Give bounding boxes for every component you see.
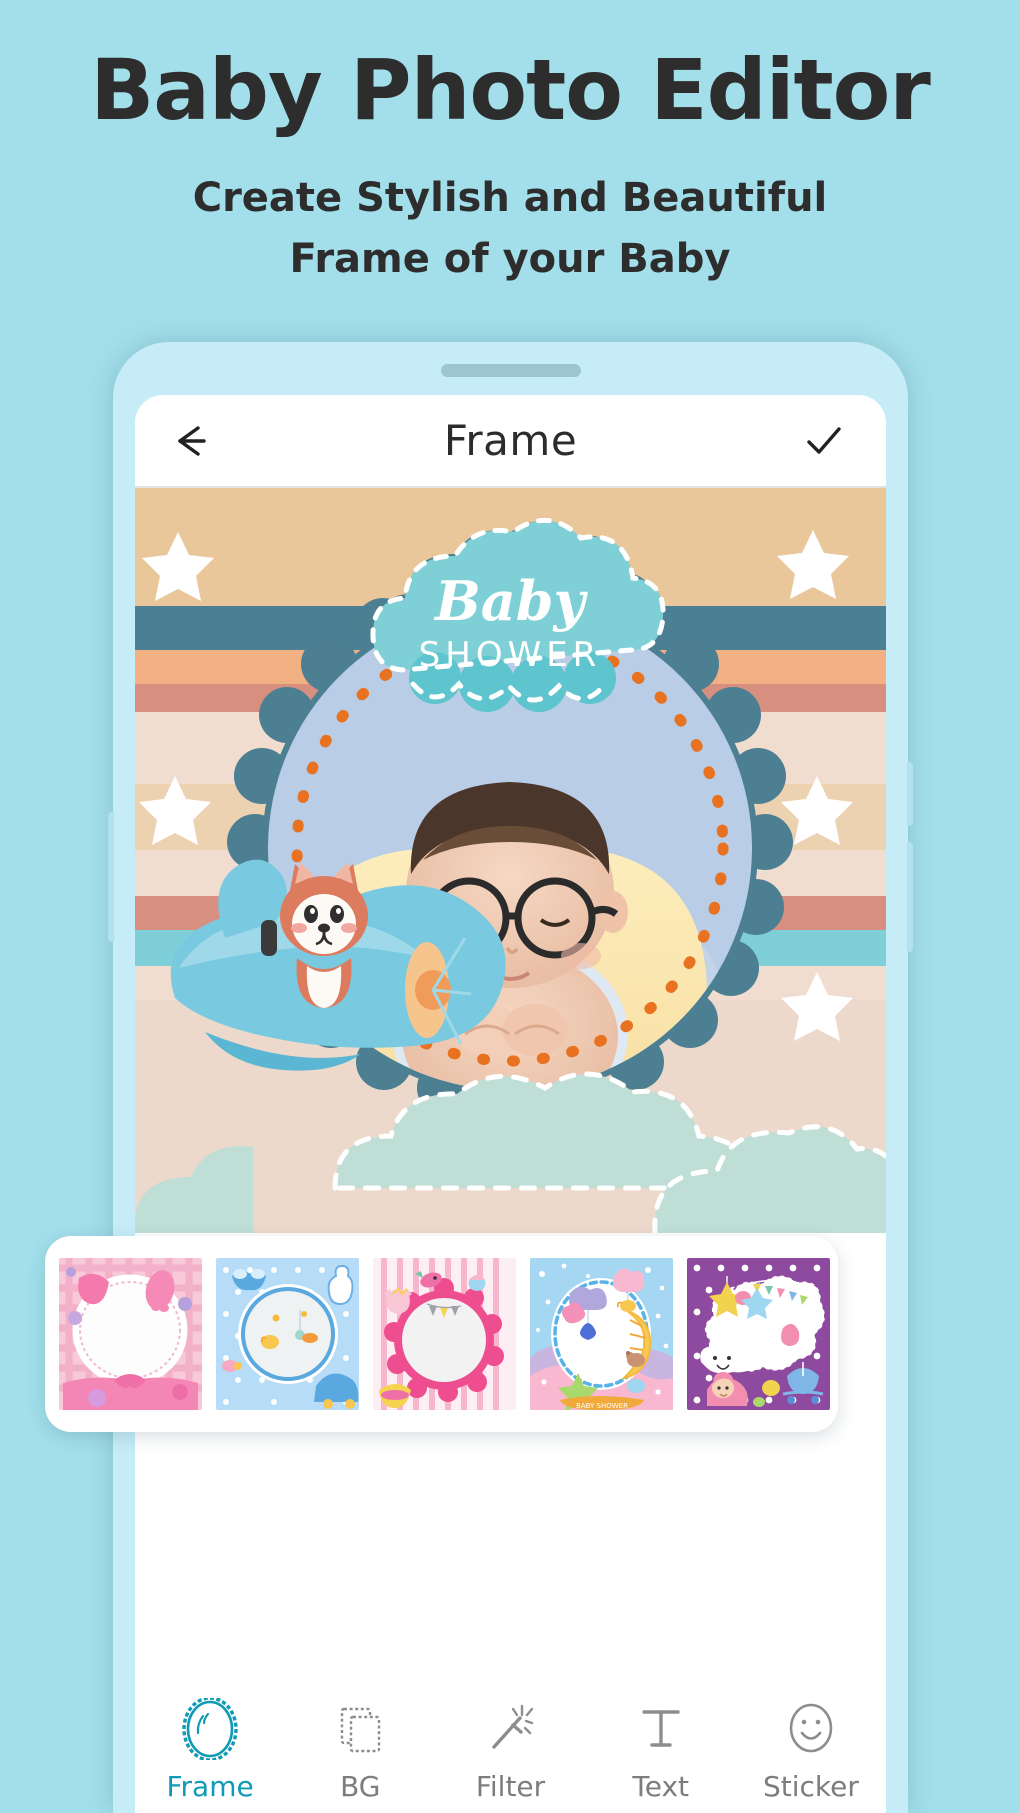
svg-text:BABY SHOWER: BABY SHOWER xyxy=(576,1402,628,1410)
nav-item-text[interactable]: Text xyxy=(586,1698,736,1803)
frame-thumbnail-blue-polkadot[interactable] xyxy=(216,1258,359,1410)
nav-label-filter: Filter xyxy=(475,1770,546,1803)
app-bar: Frame xyxy=(135,395,886,488)
phone-volume-button xyxy=(108,812,114,942)
phone-side-button-top xyxy=(907,762,913,826)
done-button[interactable] xyxy=(796,413,852,469)
frame-thumbnail-purple-dots[interactable] xyxy=(687,1258,830,1410)
text-t-icon xyxy=(642,1710,680,1747)
app-bar-title: Frame xyxy=(443,416,578,465)
app-screen: Frame Baby SHOWER Frame BG Filter Text S… xyxy=(135,395,886,1813)
magic-wand-icon xyxy=(491,1704,533,1749)
frame-thumbnail-carousel[interactable]: BABY SHOWER xyxy=(45,1236,838,1432)
promo-subtitle-line2: Frame of your Baby xyxy=(289,235,731,282)
layers-background-icon xyxy=(341,1707,381,1753)
phone-mockup: Frame Baby SHOWER Frame BG Filter Text S… xyxy=(108,342,913,1813)
smiley-face-icon xyxy=(789,1703,833,1753)
promo-subtitle: Create Stylish and Beautiful Frame of yo… xyxy=(0,168,1020,290)
promo-header: Baby Photo Editor Create Stylish and Bea… xyxy=(0,0,1020,290)
nav-item-frame[interactable]: Frame xyxy=(135,1698,285,1803)
phone-side-button-bottom xyxy=(907,842,913,952)
cloud-label-baby: Baby xyxy=(433,569,588,633)
frame-artwork: Baby SHOWER xyxy=(135,488,886,1233)
cloud-label-shower: SHOWER xyxy=(419,635,602,675)
nav-label-sticker: Sticker xyxy=(762,1770,859,1803)
page-title: Baby Photo Editor xyxy=(90,41,931,139)
nav-label-bg: BG xyxy=(340,1770,381,1803)
phone-speaker xyxy=(440,364,581,377)
back-button[interactable] xyxy=(169,413,225,469)
frame-thumbnail-pink-stripe[interactable] xyxy=(373,1258,516,1410)
frame-thumbnail-pink-gingham[interactable] xyxy=(59,1258,202,1410)
bottom-navigation: Frame BG Filter Text Sticker xyxy=(135,1682,886,1813)
photo-canvas[interactable]: Baby SHOWER xyxy=(135,488,886,1233)
nav-label-text: Text xyxy=(632,1770,690,1803)
frame-thumbnail-moon-sky[interactable]: BABY SHOWER xyxy=(530,1258,673,1410)
nav-item-sticker[interactable]: Sticker xyxy=(736,1698,886,1803)
oval-scallop-frame-icon xyxy=(182,1698,238,1760)
nav-item-bg[interactable]: BG xyxy=(285,1698,435,1803)
arrow-left-icon xyxy=(178,425,206,456)
check-icon xyxy=(807,426,841,454)
promo-subtitle-line1: Create Stylish and Beautiful xyxy=(192,175,828,222)
nav-label-frame: Frame xyxy=(166,1770,254,1803)
nav-item-filter[interactable]: Filter xyxy=(435,1698,585,1803)
